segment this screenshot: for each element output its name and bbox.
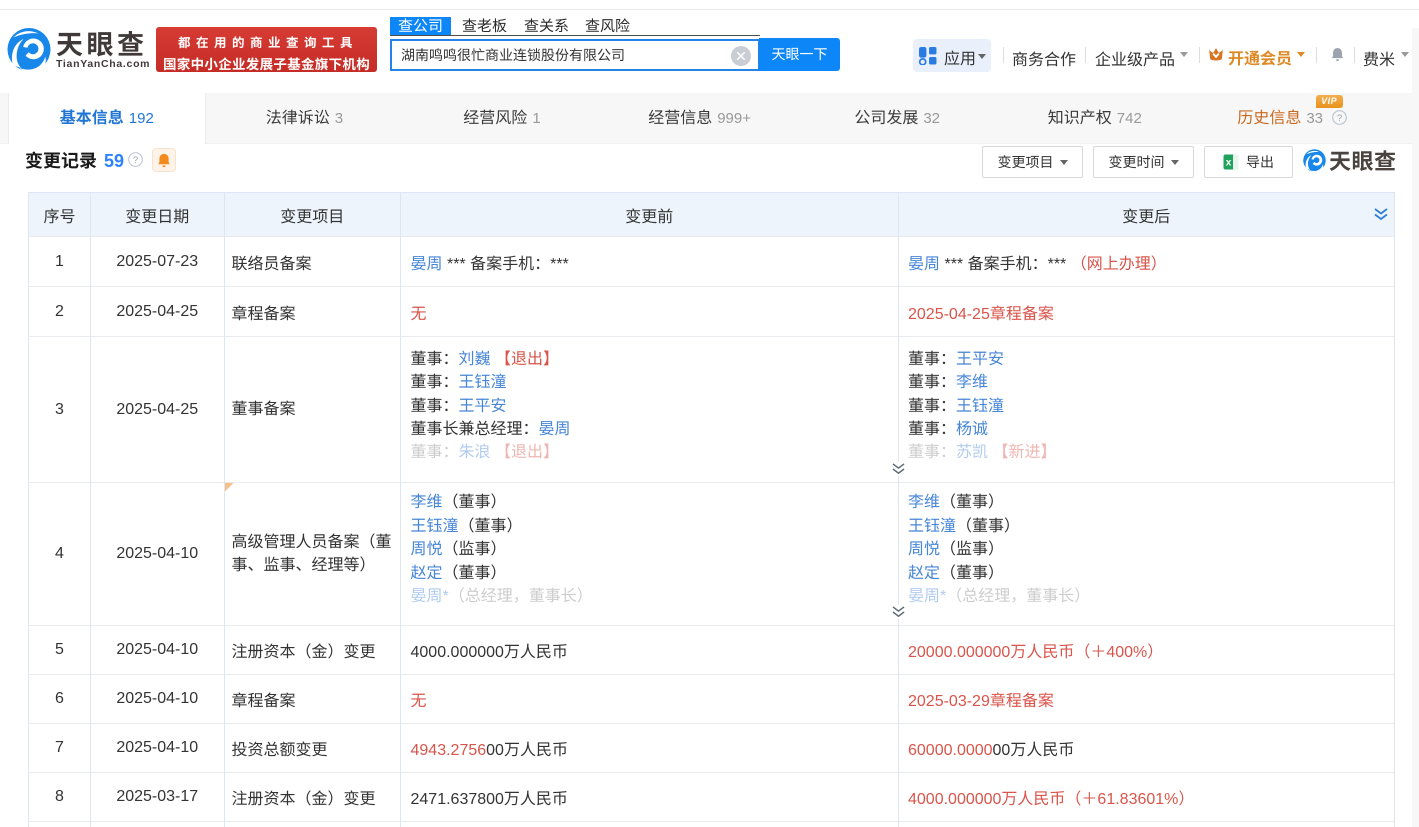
- svg-text:?: ?: [133, 155, 138, 166]
- svg-text:?: ?: [1337, 113, 1342, 124]
- svg-text:x: x: [1226, 158, 1232, 169]
